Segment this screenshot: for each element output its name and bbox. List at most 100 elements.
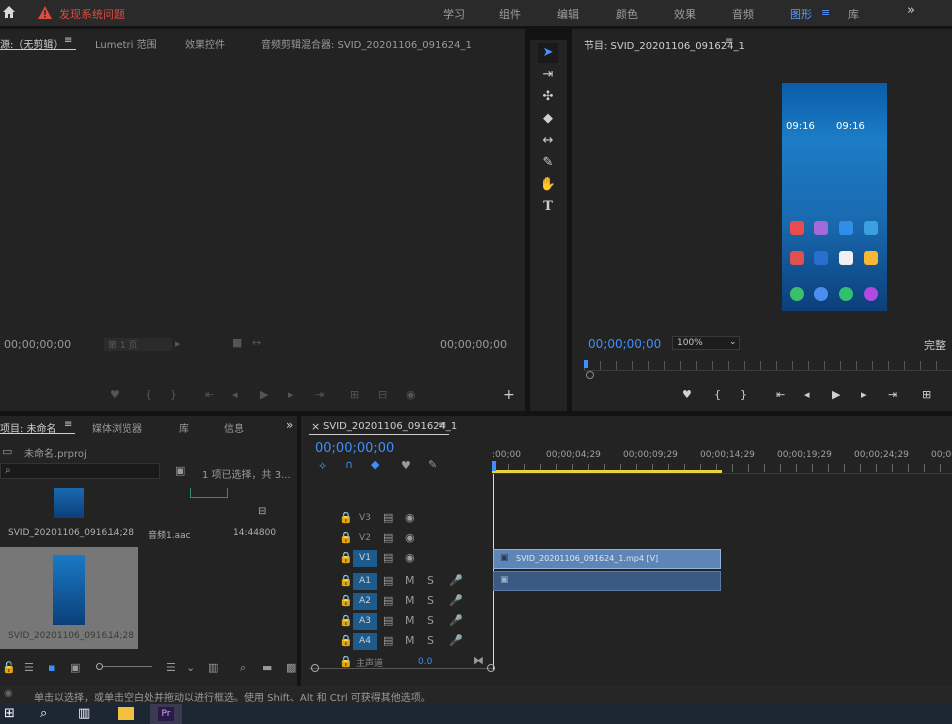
track-select-tool-icon[interactable]: ⇥ [538,65,558,85]
lock-icon[interactable]: 🔓 [2,662,16,674]
timeline-scrollbar[interactable] [309,668,493,669]
microphone-icon[interactable]: 🎤 [449,615,463,627]
new-bin-icon[interactable]: ▣ [175,465,185,477]
track-lock-icon[interactable]: 🔒 [339,615,353,627]
type-tool-icon[interactable]: T [538,197,558,217]
eye-icon[interactable]: ◉ [405,532,415,544]
workspace-editing[interactable]: 编辑 [557,6,579,22]
go-to-out-icon[interactable]: ⇥ [315,389,324,401]
insert-icon[interactable]: ⊞ [350,389,359,401]
play-icon[interactable]: ▶ [260,389,268,401]
track-lock-icon[interactable]: 🔒 [339,575,353,587]
tab-effect-controls[interactable]: 效果控件 [185,36,225,51]
fit-icon[interactable]: ↔ [252,337,261,349]
mute-button[interactable]: M [405,595,415,607]
play-arrow-icon[interactable]: ▸ [175,338,181,350]
close-icon[interactable]: × [311,420,320,433]
stop-icon[interactable]: ■ [232,337,242,349]
add-marker-icon[interactable]: ♥ [401,460,411,472]
project-menu-icon[interactable]: ≡ [64,419,72,430]
workspace-effects[interactable]: 效果 [674,6,696,22]
track-lock-icon[interactable]: 🔒 [339,512,353,524]
go-to-in-icon[interactable]: ⇤ [776,389,785,401]
program-menu-icon[interactable]: ≡ [725,36,733,47]
tab-media-browser[interactable]: 媒体浏览器 [92,420,142,435]
solo-button[interactable]: S [427,635,434,647]
system-issue-link[interactable]: 发现系统问题 [59,6,125,22]
mark-out-icon[interactable]: } [740,389,747,401]
work-area-bar[interactable] [492,470,722,473]
sync-lock-icon[interactable]: ▤ [383,575,393,587]
search-icon[interactable]: ⌕ [40,706,47,721]
source-playhead-timecode[interactable]: 00;00;00;00 [4,338,71,351]
project-item-selected[interactable]: SVID_20201106_0916... 14;28 [0,547,138,649]
master-volume-value[interactable]: 0.0 [418,657,432,667]
mark-in-icon[interactable]: { [714,389,721,401]
mute-button[interactable]: M [405,575,415,587]
sort-icon[interactable]: ☰ [166,662,176,674]
windows-start-icon[interactable]: ⊞ [4,706,15,721]
tab-lumetri-scopes[interactable]: Lumetri 范围 [95,36,157,51]
mute-button[interactable]: M [405,635,415,647]
freeform-view-icon[interactable]: ▣ [70,662,80,674]
razor-tool-icon[interactable]: ◆ [538,109,558,129]
playback-resolution[interactable]: 完整 [924,337,946,353]
snap-icon[interactable]: ∩ [345,459,353,471]
audio-clip[interactable]: ▣ [493,571,721,591]
zoom-handle[interactable] [586,371,594,379]
track-a2-label[interactable]: A2 [353,593,377,610]
go-to-end-icon[interactable]: ⧓ [473,655,484,667]
sequence-menu-icon[interactable]: ≡ [438,420,446,431]
page-select[interactable]: 第 1 页 [104,338,172,351]
more-workspaces-icon[interactable]: » [907,3,915,18]
list-view-icon[interactable]: ☰ [24,662,34,674]
program-video-frame[interactable]: 09:16 09:16 [782,83,887,311]
track-v1-label[interactable]: V1 [353,550,377,567]
go-to-in-icon[interactable]: ⇤ [205,389,214,401]
timeline-ruler[interactable]: :00;00 00;00;04;29 00;00;09;29 00;00;14;… [492,446,952,474]
solo-button[interactable]: S [427,615,434,627]
ripple-edit-tool-icon[interactable]: ✣ [538,87,558,107]
step-forward-icon[interactable]: ▸ [861,389,867,401]
microphone-icon[interactable]: 🎤 [449,635,463,647]
hand-tool-icon[interactable]: ✋ [538,175,558,195]
program-playhead[interactable] [584,360,588,368]
microphone-icon[interactable]: 🎤 [449,595,463,607]
home-icon[interactable] [2,5,16,19]
nest-icon[interactable]: ⟡ [319,460,326,472]
button-editor-icon[interactable]: + [503,387,515,403]
tab-audio-clip-mixer[interactable]: 音频剪辑混合器: SVID_20201106_091624_1 [261,36,472,51]
video-clip[interactable]: ▣ SVID_20201106_091624_1.mp4 [V] [493,549,721,569]
track-a4-label[interactable]: A4 [353,633,377,650]
automate-icon[interactable]: ▥ [208,662,218,674]
microphone-icon[interactable]: 🎤 [449,575,463,587]
warning-icon[interactable] [38,6,52,19]
go-to-out-icon[interactable]: ⇥ [888,389,897,401]
mute-button[interactable]: M [405,615,415,627]
mark-out-icon[interactable]: } [170,389,177,401]
selection-tool-icon[interactable]: ➤ [538,43,558,63]
step-forward-icon[interactable]: ▸ [288,389,294,401]
track-a1-label[interactable]: A1 [353,573,377,590]
icon-view-icon[interactable]: ▪ [48,662,55,674]
settings-wrench-icon[interactable]: ✎ [428,459,437,471]
slip-tool-icon[interactable]: ↔ [538,131,558,151]
sync-lock-icon[interactable]: ▤ [383,635,393,647]
workspace-color[interactable]: 颜色 [616,6,638,22]
scroll-handle-left[interactable] [311,664,319,672]
pen-tool-icon[interactable]: ✎ [538,153,558,173]
sync-lock-icon[interactable]: ▤ [383,552,393,564]
new-item-icon[interactable]: ▩ [286,662,296,674]
program-timecode[interactable]: 00;00;00;00 [588,337,661,351]
workspace-menu-icon[interactable]: ≡ [821,6,830,19]
linked-selection-icon[interactable]: ◆ [371,459,379,471]
track-lock-icon[interactable]: 🔒 [339,595,353,607]
mark-in-icon[interactable]: { [145,389,152,401]
eye-icon[interactable]: ◉ [405,512,415,524]
lift-icon[interactable]: ⊞ [922,389,931,401]
sync-lock-icon[interactable]: ▤ [383,512,393,524]
track-lock-icon[interactable]: 🔒 [339,656,353,668]
tab-libraries[interactable]: 库 [179,420,189,435]
program-title[interactable]: 节目: SVID_20201106_091624_1 [584,37,745,52]
chevron-down-icon[interactable]: ⌄ [186,662,195,674]
